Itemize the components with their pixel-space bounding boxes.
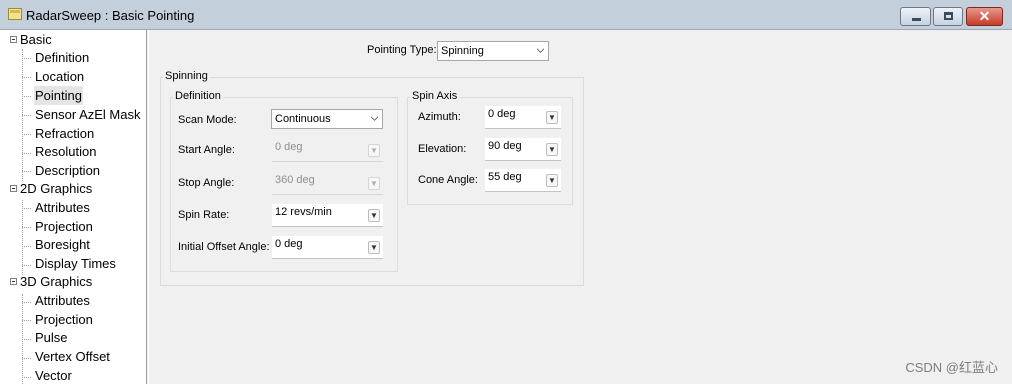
- scan-mode-select[interactable]: Continuous: [271, 109, 383, 129]
- cone-angle-label: Cone Angle:: [418, 174, 478, 186]
- tree-item-3d-attributes[interactable]: Attributes: [34, 291, 91, 310]
- tree-connector: [22, 171, 31, 172]
- tree-connector: [22, 358, 31, 359]
- tree-connector: [22, 134, 31, 135]
- tree-group-label: 3D Graphics: [20, 274, 93, 289]
- close-button[interactable]: ✕: [966, 7, 1003, 26]
- maximize-icon: [944, 12, 953, 20]
- pointing-type-select[interactable]: Spinning: [437, 41, 549, 61]
- elevation-label: Elevation:: [418, 143, 467, 155]
- stop-angle-label: Stop Angle:: [178, 177, 235, 189]
- unit-picker-icon[interactable]: ▼: [546, 111, 558, 124]
- unit-picker-icon[interactable]: ▼: [368, 209, 380, 222]
- initial-offset-angle-label: Initial Offset Angle:: [178, 241, 270, 253]
- elevation-value: 90 deg: [488, 140, 522, 152]
- tree-item-vector[interactable]: Vector: [34, 366, 73, 384]
- tree-item-pulse[interactable]: Pulse: [34, 328, 69, 347]
- minimize-button[interactable]: [900, 7, 931, 26]
- tree-connector: [22, 96, 31, 97]
- azimuth-label: Azimuth:: [418, 111, 461, 123]
- tree-connector: [22, 246, 31, 247]
- close-icon: ✕: [978, 8, 991, 24]
- unit-picker-icon[interactable]: ▼: [368, 241, 380, 254]
- tree-connector: [22, 77, 31, 78]
- tree-connector: [22, 200, 23, 275]
- tree-connector: [22, 115, 31, 116]
- window-title: RadarSweep : Basic Pointing: [26, 8, 195, 23]
- spin-rate-label: Spin Rate:: [178, 209, 230, 221]
- initial-offset-angle-value: 0 deg: [275, 238, 303, 250]
- tree-item-definition[interactable]: Definition: [34, 48, 90, 67]
- tree-group-label: 2D Graphics: [20, 181, 93, 196]
- tree-group-2d-graphics[interactable]: 2D Graphics: [10, 179, 92, 198]
- tree-item-display-times[interactable]: Display Times: [34, 254, 117, 273]
- pointing-type-value: Spinning: [441, 45, 484, 57]
- cone-angle-field[interactable]: 55 deg ▼: [485, 169, 561, 192]
- azimuth-value: 0 deg: [488, 108, 516, 120]
- app-icon: [8, 8, 22, 20]
- watermark: CSDN @红蓝心: [905, 360, 998, 375]
- spin-axis-group-title: Spin Axis: [410, 90, 460, 102]
- tree-connector: [22, 58, 31, 59]
- title-bar: RadarSweep : Basic Pointing ✕: [0, 0, 1012, 30]
- collapse-icon[interactable]: [10, 278, 17, 286]
- tree-group-3d-graphics[interactable]: 3D Graphics: [10, 272, 92, 291]
- stop-angle-value: 360 deg: [275, 174, 315, 186]
- tree-item-sensor-azel-mask[interactable]: Sensor AzEl Mask: [34, 105, 142, 124]
- tree-connector: [22, 227, 31, 228]
- unit-picker-icon[interactable]: ▼: [546, 174, 558, 187]
- tree-connector: [22, 208, 31, 209]
- navigation-tree: Basic Definition Location Pointing Senso…: [0, 30, 147, 384]
- tree-group-basic[interactable]: Basic: [10, 30, 52, 49]
- azimuth-field[interactable]: 0 deg ▼: [485, 106, 561, 129]
- definition-group-title: Definition: [173, 90, 223, 102]
- tree-item-vertex-offset[interactable]: Vertex Offset: [34, 347, 111, 366]
- tree-item-boresight[interactable]: Boresight: [34, 235, 91, 254]
- pointing-panel: Pointing Type: Spinning Spinning Definit…: [148, 30, 1012, 384]
- collapse-icon[interactable]: [10, 185, 17, 193]
- elevation-field[interactable]: 90 deg ▼: [485, 138, 561, 161]
- spin-rate-value: 12 revs/min: [275, 206, 332, 218]
- tree-item-resolution[interactable]: Resolution: [34, 142, 97, 161]
- tree-item-pointing[interactable]: Pointing: [34, 86, 83, 105]
- initial-offset-angle-field[interactable]: 0 deg ▼: [272, 236, 383, 259]
- unit-picker-icon: ▼: [368, 177, 380, 190]
- minimize-icon: [912, 18, 921, 21]
- start-angle-value: 0 deg: [275, 141, 303, 153]
- pointing-type-label: Pointing Type:: [367, 44, 437, 56]
- spinning-group-title: Spinning: [163, 70, 210, 82]
- cone-angle-value: 55 deg: [488, 171, 522, 183]
- tree-item-description[interactable]: Description: [34, 161, 101, 180]
- chevron-down-icon: [371, 116, 378, 121]
- chevron-down-icon: [537, 48, 544, 53]
- tree-item-location[interactable]: Location: [34, 67, 85, 86]
- stop-angle-field: 360 deg ▼: [272, 172, 383, 195]
- tree-connector: [22, 302, 31, 303]
- tree-connector: [22, 265, 31, 266]
- unit-picker-icon[interactable]: ▼: [546, 143, 558, 156]
- maximize-button[interactable]: [933, 7, 963, 26]
- scan-mode-value: Continuous: [275, 113, 331, 125]
- tree-connector: [22, 377, 31, 378]
- spin-rate-field[interactable]: 12 revs/min ▼: [272, 204, 383, 227]
- tree-connector: [22, 339, 31, 340]
- tree-item-2d-projection[interactable]: Projection: [34, 217, 94, 236]
- tree-group-label: Basic: [20, 32, 52, 47]
- tree-item-refraction[interactable]: Refraction: [34, 124, 95, 143]
- scan-mode-label: Scan Mode:: [178, 114, 237, 126]
- unit-picker-icon: ▼: [368, 144, 380, 157]
- tree-item-3d-projection[interactable]: Projection: [34, 310, 94, 329]
- collapse-icon[interactable]: [10, 36, 17, 44]
- tree-connector: [22, 320, 31, 321]
- tree-item-2d-attributes[interactable]: Attributes: [34, 198, 91, 217]
- tree-connector: [22, 153, 31, 154]
- start-angle-label: Start Angle:: [178, 144, 235, 156]
- start-angle-field: 0 deg ▼: [272, 139, 383, 162]
